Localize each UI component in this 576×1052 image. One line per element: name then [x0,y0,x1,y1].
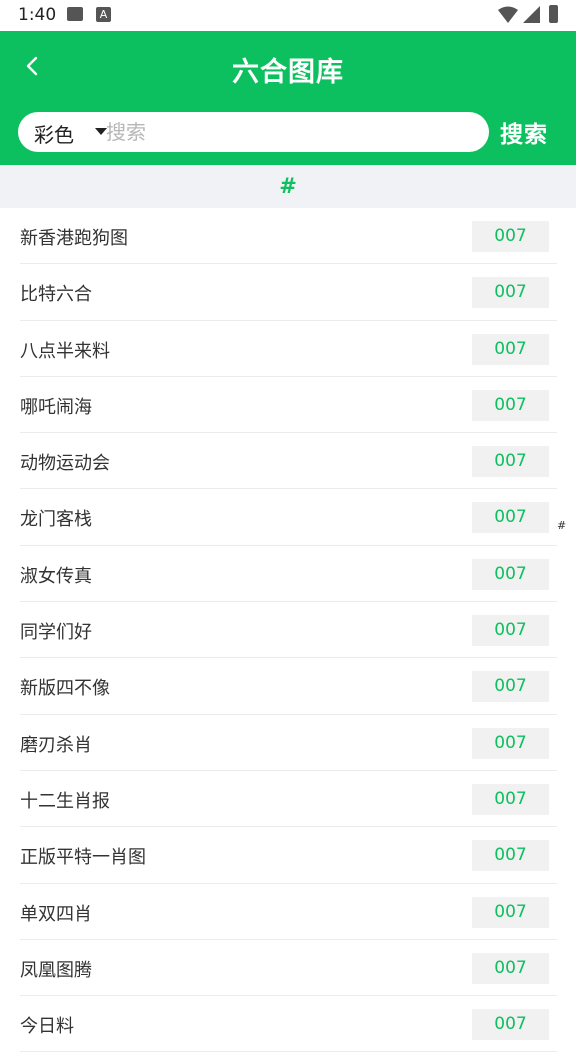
list-item[interactable]: 同学们好 007 [20,602,557,659]
item-title: 凤凰图腾 [20,959,92,981]
item-badge: 007 [472,727,549,759]
index-bar-letter[interactable]: # [557,519,566,532]
section-header-label: # [279,174,297,198]
item-badge: 007 [472,615,549,647]
item-title: 新香港跑狗图 [20,228,128,249]
list-item[interactable]: 比特六合 007 [20,264,557,321]
item-title: 八点半来料 [20,340,110,362]
item-title: 磨刃杀肖 [20,734,92,756]
item-badge: 007 [472,783,549,815]
item-title: 龙门客栈 [20,509,92,531]
item-badge: 007 [472,896,549,928]
status-time: 1:40 [18,5,57,25]
app-header: 六合图库 彩色 搜索 [0,31,576,165]
item-badge: 007 [472,502,549,534]
search-input[interactable] [106,117,476,147]
section-header: # [0,165,576,208]
image-notification-icon [67,7,83,21]
list-item[interactable]: 哪吒闹海 007 [20,377,557,434]
search-box: 彩色 [18,112,489,152]
item-badge: 007 [472,671,549,703]
list-item[interactable]: 磨刃杀肖 007 [20,715,557,771]
page-title: 六合图库 [232,57,344,88]
battery-icon [549,5,558,23]
wifi-icon [498,6,518,23]
item-title: 哪吒闹海 [20,396,92,418]
item-title: 单双四肖 [20,903,92,925]
filter-select[interactable]: 彩色 [34,119,74,148]
item-title: 动物运动会 [20,453,110,475]
list-item[interactable]: 龙门客栈 007 [20,489,557,546]
search-button[interactable]: 搜索 [500,115,548,149]
a-notification-icon: A [96,7,111,22]
item-badge: 007 [472,277,549,309]
list-item[interactable]: 动物运动会 007 [20,433,557,490]
signal-icon [523,6,540,23]
item-title: 淑女传真 [20,565,92,587]
list-item[interactable]: 凤凰图腾 007 [20,940,557,997]
list-item[interactable]: 正版平特一肖图 007 [20,827,557,884]
item-title: 十二生肖报 [20,790,110,812]
item-badge: 007 [472,389,549,421]
item-badge: 007 [472,446,549,478]
status-bar: 1:40 A [0,0,576,31]
list-item[interactable]: 新香港跑狗图 007 [20,208,557,265]
gallery-list: 新香港跑狗图 007 比特六合 007 八点半来料 007 哪吒闹海 007 动… [0,208,576,1052]
list-item[interactable]: 淑女传真 007 [20,546,557,603]
item-badge: 007 [472,221,549,252]
item-badge: 007 [472,1009,549,1041]
item-title: 新版四不像 [20,678,110,700]
item-badge: 007 [472,333,549,365]
list-item[interactable]: 八点半来料 007 [20,321,557,377]
list-item[interactable]: 十二生肖报 007 [20,771,557,828]
list-item[interactable]: 单双四肖 007 [20,884,557,940]
item-title: 正版平特一肖图 [20,847,146,869]
item-title: 同学们好 [20,622,92,644]
item-badge: 007 [472,558,549,590]
item-badge: 007 [472,952,549,984]
item-title: 比特六合 [20,284,92,306]
item-title: 今日料 [20,1016,74,1038]
list-item[interactable]: 今日料 007 [20,996,557,1052]
list-item[interactable]: 新版四不像 007 [20,658,557,715]
item-badge: 007 [472,840,549,872]
